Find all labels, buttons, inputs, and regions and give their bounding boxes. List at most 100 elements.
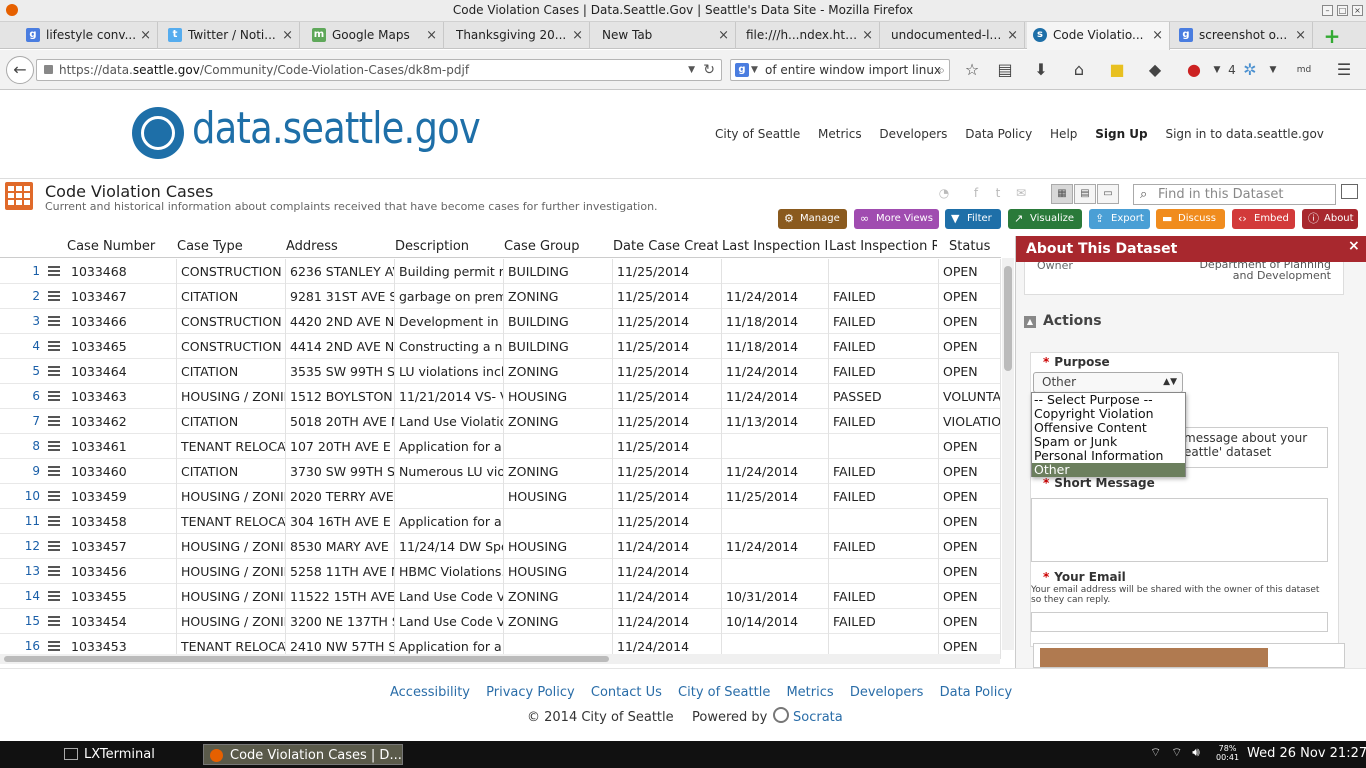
tab-file[interactable]: file:///h...ndex.html ×: [738, 22, 880, 49]
table-cell[interactable]: 1033457: [67, 534, 177, 559]
table-cell[interactable]: [722, 509, 829, 534]
reload-icon[interactable]: ↻: [703, 60, 715, 80]
table-cell[interactable]: 4420 2ND AVE NW: [286, 309, 395, 334]
purpose-option-other[interactable]: Other: [1032, 463, 1185, 477]
table-cell[interactable]: 1512 BOYLSTON A: [286, 384, 395, 409]
footer-link-developers[interactable]: Developers: [850, 685, 924, 700]
table-cell[interactable]: CITATION: [177, 459, 286, 484]
table-cell[interactable]: TENANT RELOCAT: [177, 509, 286, 534]
table-cell[interactable]: OPEN: [939, 359, 1001, 384]
row-menu-icon[interactable]: [48, 391, 60, 401]
table-cell[interactable]: OPEN: [939, 609, 1001, 634]
discuss-button[interactable]: ▬ Discuss: [1156, 209, 1225, 229]
table-cell[interactable]: 1033456: [67, 559, 177, 584]
close-panel-icon[interactable]: ×: [1348, 238, 1360, 254]
nav-city-of-seattle[interactable]: City of Seattle: [715, 127, 800, 141]
row-number[interactable]: 10: [0, 484, 40, 509]
table-cell[interactable]: HOUSING: [504, 559, 613, 584]
table-cell[interactable]: HOUSING / ZONIN: [177, 534, 286, 559]
table-cell[interactable]: [504, 509, 613, 534]
table-cell[interactable]: garbage on prem: [395, 284, 504, 309]
table-cell[interactable]: OPEN: [939, 584, 1001, 609]
table-cell[interactable]: 11/24/2014: [613, 534, 722, 559]
table-cell[interactable]: 11/13/2014: [722, 409, 829, 434]
table-cell[interactable]: Numerous LU vio: [395, 459, 504, 484]
table-row[interactable]: 6 1033463 HOUSING / ZONIN 1512 BOYLSTON A 11…: [0, 384, 1001, 409]
clock[interactable]: Wed 26 Nov 21:27: [1247, 746, 1366, 761]
table-cell[interactable]: BUILDING: [504, 259, 613, 284]
footer-link-privacy[interactable]: Privacy Policy: [486, 685, 575, 700]
table-cell[interactable]: Land Use Code V: [395, 584, 504, 609]
back-arrow-icon[interactable]: ←: [6, 56, 34, 84]
row-menu-icon[interactable]: [48, 641, 60, 651]
manage-button[interactable]: ⚙ Manage: [778, 209, 847, 229]
row-menu-icon[interactable]: [48, 591, 60, 601]
table-cell[interactable]: 11/21/2014 VS- V: [395, 384, 504, 409]
row-number[interactable]: 11: [0, 509, 40, 534]
table-cell[interactable]: 5258 11TH AVE N: [286, 559, 395, 584]
about-button[interactable]: ⓘ About: [1302, 209, 1358, 229]
table-cell[interactable]: 11/24/2014: [722, 384, 829, 409]
addon-icon[interactable]: ■: [1107, 60, 1127, 80]
table-cell[interactable]: [829, 559, 939, 584]
row-number[interactable]: 4: [0, 334, 40, 359]
fullscreen-icon[interactable]: [1341, 184, 1358, 199]
page-view-icon[interactable]: ▭: [1097, 184, 1119, 204]
table-cell[interactable]: LU violations incl: [395, 359, 504, 384]
url-bar[interactable]: https://data.seattle.gov/Community/Code-…: [36, 59, 722, 81]
row-menu-icon[interactable]: [48, 266, 60, 276]
table-cell[interactable]: 5018 20TH AVE N: [286, 409, 395, 434]
table-cell[interactable]: HOUSING: [504, 384, 613, 409]
table-cell[interactable]: 1033465: [67, 334, 177, 359]
table-cell[interactable]: [829, 434, 939, 459]
table-cell[interactable]: OPEN: [939, 434, 1001, 459]
table-cell[interactable]: FAILED: [829, 459, 939, 484]
table-cell[interactable]: 1033459: [67, 484, 177, 509]
close-tab-icon[interactable]: ×: [140, 22, 151, 49]
table-cell[interactable]: Land Use Code V: [395, 609, 504, 634]
table-cell[interactable]: ZONING: [504, 409, 613, 434]
filter-button[interactable]: ▼ Filter: [945, 209, 1001, 229]
table-cell[interactable]: HOUSING / ZONIN: [177, 584, 286, 609]
wifi-icon[interactable]: ⌔: [1171, 745, 1182, 759]
footer-link-data-policy[interactable]: Data Policy: [940, 685, 1013, 700]
row-number[interactable]: 9: [0, 459, 40, 484]
table-cell[interactable]: TENANT RELOCAT: [177, 434, 286, 459]
table-cell[interactable]: HBMC Violations.: [395, 559, 504, 584]
row-menu-icon[interactable]: [48, 341, 60, 351]
table-cell[interactable]: 11/25/2014: [613, 309, 722, 334]
table-cell[interactable]: 9281 31ST AVE S: [286, 284, 395, 309]
table-row[interactable]: 2 1033467 CITATION 9281 31ST AVE Sgarbage o…: [0, 284, 1001, 309]
table-cell[interactable]: 11/25/2014: [613, 484, 722, 509]
purpose-option-spam[interactable]: Spam or Junk: [1032, 435, 1185, 449]
column-header-case-number[interactable]: Case Number: [67, 239, 173, 254]
table-cell[interactable]: FAILED: [829, 609, 939, 634]
battery-indicator[interactable]: 78% 00:41: [1216, 744, 1239, 762]
table-cell[interactable]: ZONING: [504, 584, 613, 609]
table-cell[interactable]: CITATION: [177, 284, 286, 309]
table-cell[interactable]: OPEN: [939, 259, 1001, 284]
tab-screenshot[interactable]: g screenshot o... ×: [1173, 22, 1313, 49]
maximize-button[interactable]: □: [1337, 5, 1348, 16]
close-tab-icon[interactable]: ×: [1295, 22, 1306, 49]
export-button[interactable]: ⇪ Export: [1089, 209, 1150, 229]
history-dropdown-icon[interactable]: ▼: [688, 60, 695, 80]
table-cell[interactable]: Application for a: [395, 434, 504, 459]
close-tab-icon[interactable]: ×: [1152, 22, 1163, 49]
table-cell[interactable]: FAILED: [829, 484, 939, 509]
column-header-case-group[interactable]: Case Group: [504, 239, 608, 254]
row-number[interactable]: 15: [0, 609, 40, 634]
close-tab-icon[interactable]: ×: [572, 22, 583, 49]
table-cell[interactable]: 11/25/2014: [613, 459, 722, 484]
google-search-engine-icon[interactable]: g: [735, 63, 749, 77]
purpose-option-offensive[interactable]: Offensive Content: [1032, 421, 1185, 435]
downloads-icon[interactable]: ⬇: [1031, 60, 1051, 80]
close-tab-icon[interactable]: ×: [862, 22, 873, 49]
row-number[interactable]: 6: [0, 384, 40, 409]
more-views-button[interactable]: ∞ More Views: [854, 209, 939, 229]
close-tab-icon[interactable]: ×: [718, 22, 729, 49]
pocket-icon[interactable]: ◆: [1145, 60, 1165, 80]
column-header-address[interactable]: Address: [286, 239, 391, 254]
table-cell[interactable]: 11/24/14 DW Spo: [395, 534, 504, 559]
table-row[interactable]: 10 1033459 HOUSING / ZONIN 2020 TERRY AVE HO…: [0, 484, 1001, 509]
